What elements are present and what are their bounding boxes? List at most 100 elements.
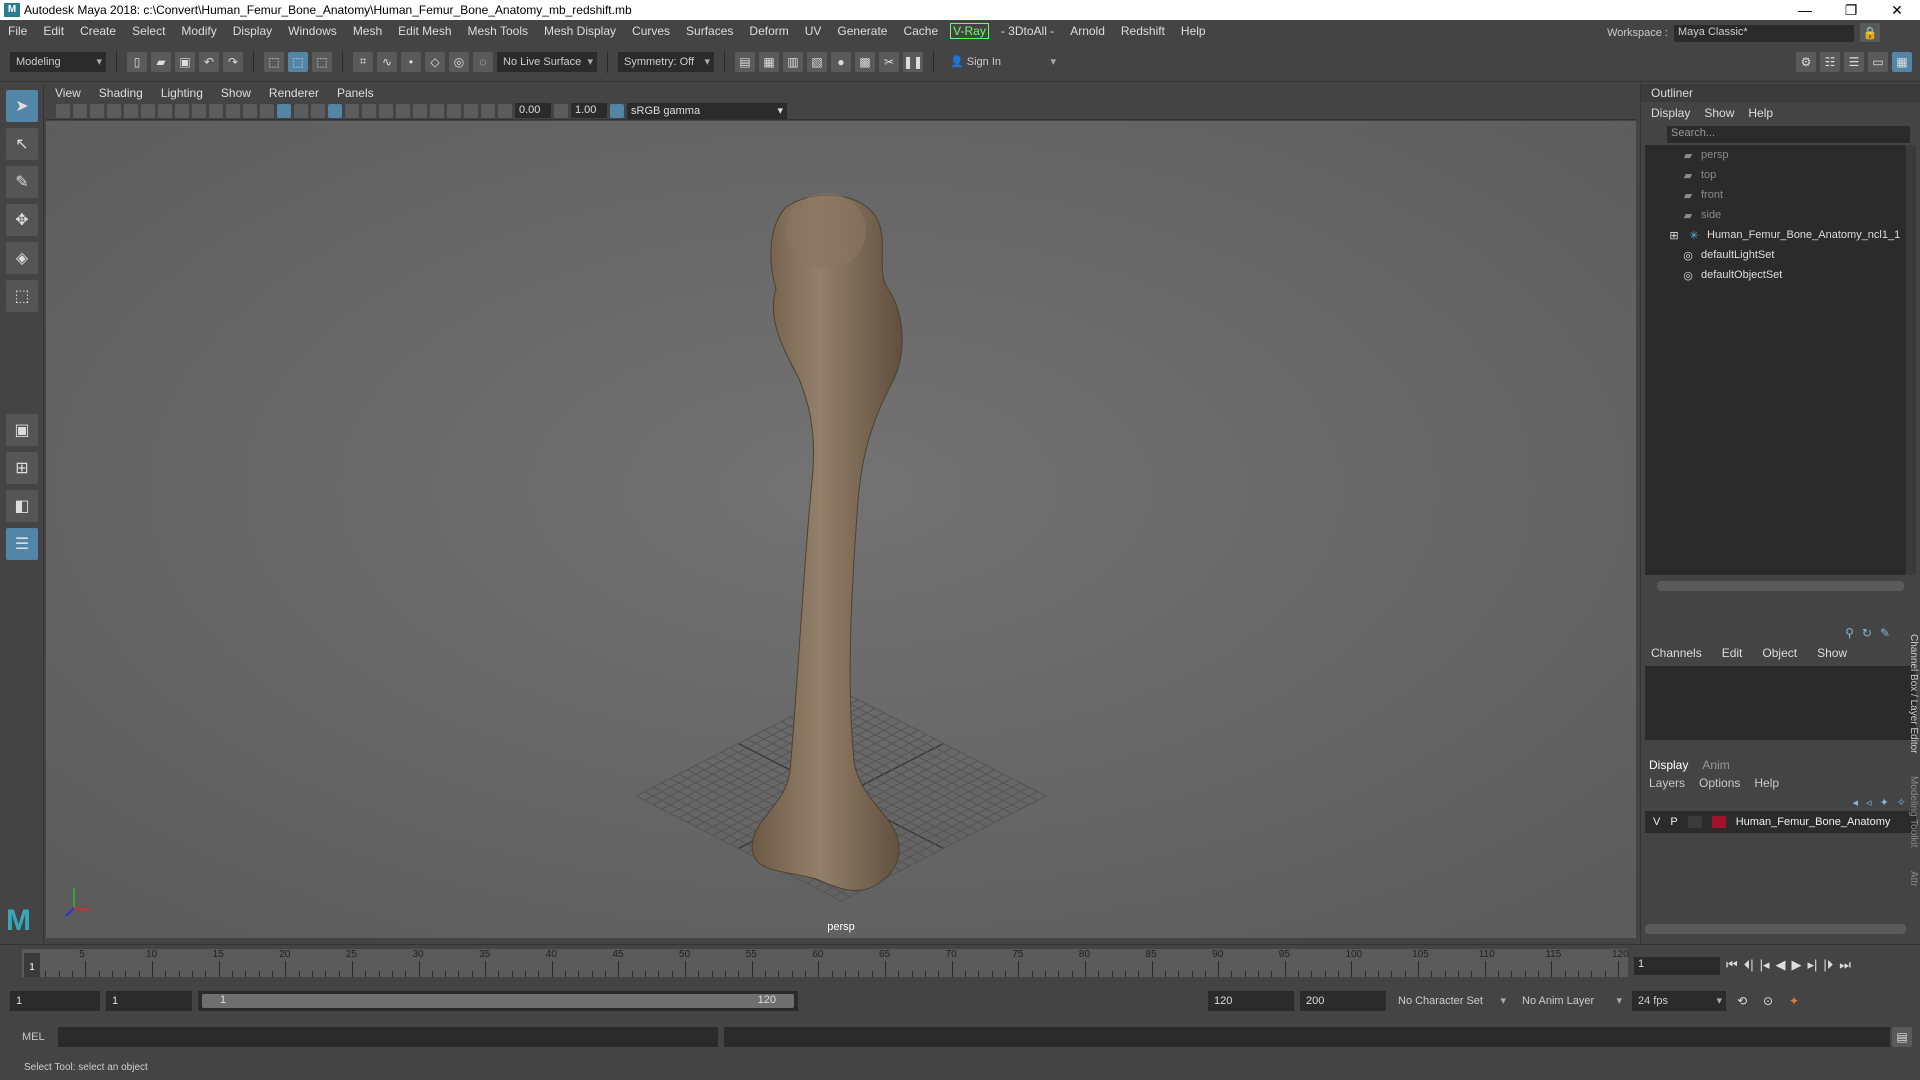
safe-title-icon[interactable]	[243, 103, 257, 118]
refresh-icon[interactable]: ↻	[1862, 626, 1872, 640]
playback-start-field[interactable]: 1	[106, 991, 192, 1011]
channel-box-menu-show[interactable]: Show	[1817, 646, 1847, 660]
redo-icon[interactable]: ↷	[223, 51, 243, 72]
viewport-menu-view[interactable]: View	[46, 86, 90, 100]
animation-end-field[interactable]: 200	[1300, 991, 1386, 1011]
channel-box-menu-channels[interactable]: Channels	[1651, 646, 1702, 660]
menu-redshift[interactable]: Redshift	[1113, 24, 1173, 38]
menu-edit-mesh[interactable]: Edit Mesh	[390, 24, 459, 38]
snap-surface-icon[interactable]: ◌	[473, 51, 493, 72]
expand-icon[interactable]: ⊞	[1667, 229, 1681, 242]
menu-create[interactable]: Create	[72, 24, 124, 38]
viewport-menu-show[interactable]: Show	[212, 86, 260, 100]
outliner-horizontal-scrollbar[interactable]	[1657, 581, 1904, 591]
wireframe-on-shaded-icon[interactable]	[294, 103, 308, 118]
isolate-select-icon[interactable]	[447, 103, 461, 118]
viewport-menu-shading[interactable]: Shading	[90, 86, 152, 100]
menu-3dtoall[interactable]: - 3DtoAll -	[993, 24, 1062, 38]
restore-button[interactable]: ❐	[1828, 2, 1874, 19]
vray-ipr-icon[interactable]: ✂	[879, 51, 899, 72]
rotate-tool-icon[interactable]: ◈	[6, 242, 38, 274]
snap-curve-icon[interactable]: ∿	[377, 51, 397, 72]
outliner-item-default-light-set[interactable]: ◎ defaultLightSet	[1645, 245, 1916, 265]
menu-mesh-tools[interactable]: Mesh Tools	[460, 24, 536, 38]
outliner-item-top[interactable]: ▰ top	[1645, 165, 1916, 185]
layer-horizontal-scrollbar[interactable]	[1645, 924, 1906, 934]
outliner-item-side[interactable]: ▰ side	[1645, 205, 1916, 225]
sign-in-dropdown[interactable]: 👤 Sign In	[944, 51, 1060, 72]
tab-display[interactable]: Display	[1649, 758, 1688, 772]
select-component-icon[interactable]: ⬚	[312, 51, 332, 72]
exposure-icon[interactable]	[498, 103, 512, 118]
current-time-marker[interactable]: 1	[24, 953, 40, 977]
channel-box-toggle-icon[interactable]: ▭	[1868, 51, 1888, 72]
gamma-field[interactable]: 1.00	[571, 103, 607, 118]
fps-dropdown[interactable]: 24 fps	[1632, 991, 1726, 1011]
menu-modify[interactable]: Modify	[173, 24, 224, 38]
attribute-editor-icon[interactable]: ☷	[1820, 51, 1840, 72]
new-scene-icon[interactable]: ▯	[127, 51, 147, 72]
range-slider[interactable]: 1 120	[198, 991, 798, 1011]
image-plane-icon[interactable]	[90, 103, 104, 118]
select-object-icon[interactable]: ⬚	[288, 51, 308, 72]
xray-joints-icon[interactable]	[464, 103, 478, 118]
save-scene-icon[interactable]: ▣	[175, 51, 195, 72]
step-forward-key-icon[interactable]: |⏵	[1823, 957, 1833, 973]
channel-box-menu-object[interactable]: Object	[1762, 646, 1797, 660]
menu-vray[interactable]: V-Ray	[950, 23, 989, 39]
layer-playback-toggle[interactable]: P	[1670, 816, 1677, 828]
script-editor-icon[interactable]: ▤	[1892, 1027, 1912, 1047]
modeling-toolkit-icon[interactable]: ⚙	[1796, 51, 1816, 72]
snap-grid-icon[interactable]: ⌗	[353, 51, 373, 72]
four-view-layout-icon[interactable]: ⊞	[6, 452, 38, 484]
hypershade-icon[interactable]: ●	[831, 51, 851, 72]
viewport-menu-panels[interactable]: Panels	[328, 86, 383, 100]
anti-aliasing-icon[interactable]	[413, 103, 427, 118]
new-layer-icon[interactable]: ✦	[1880, 796, 1889, 809]
snap-view-plane-icon[interactable]: ◇	[425, 51, 445, 72]
safe-action-icon[interactable]	[226, 103, 240, 118]
layer-menu-options[interactable]: Options	[1699, 776, 1740, 790]
script-language-label[interactable]: MEL	[22, 1031, 52, 1043]
layer-color-swatch[interactable]	[1711, 816, 1726, 828]
character-set-dropdown[interactable]: No Character Set	[1392, 991, 1510, 1011]
close-button[interactable]: ✕	[1874, 2, 1920, 19]
outliner-menu-show[interactable]: Show	[1704, 106, 1734, 120]
outliner-menu-help[interactable]: Help	[1748, 106, 1773, 120]
outliner-vertical-scrollbar[interactable]	[1906, 145, 1916, 575]
move-layer-up-icon[interactable]: ◂	[1853, 796, 1859, 809]
preferences-icon[interactable]: ✦	[1784, 991, 1804, 1011]
pin-icon[interactable]: ⚲	[1845, 626, 1854, 640]
xray-icon[interactable]	[328, 103, 342, 118]
xray-active-icon[interactable]	[481, 103, 495, 118]
layer-menu-layers[interactable]: Layers	[1649, 776, 1685, 790]
lock-icon[interactable]: 🔒	[1860, 23, 1880, 43]
menu-curves[interactable]: Curves	[624, 24, 678, 38]
step-forward-frame-icon[interactable]: ▸|	[1808, 957, 1818, 973]
viewport-menu-lighting[interactable]: Lighting	[152, 86, 212, 100]
smooth-shade-icon[interactable]	[277, 103, 291, 118]
ipr-render-icon[interactable]: ▥	[783, 51, 803, 72]
workspace-dropdown[interactable]: Maya Classic*	[1674, 24, 1854, 42]
outliner-item-front[interactable]: ▰ front	[1645, 185, 1916, 205]
film-gate-icon[interactable]	[158, 103, 172, 118]
shadows-icon[interactable]	[362, 103, 376, 118]
menu-set-dropdown[interactable]: Modeling	[10, 51, 106, 72]
menu-generate[interactable]: Generate	[829, 24, 895, 38]
minimize-button[interactable]: —	[1782, 2, 1828, 18]
layer-row[interactable]: V P Human_Femur_Bone_Anatomy	[1645, 811, 1916, 833]
time-ruler[interactable]: 5 10 15 20 25 30 35 40 45 50 55 60 65 70 75 80 85 90 95 100…	[22, 949, 1629, 977]
current-frame-field[interactable]: 1	[1634, 957, 1720, 975]
render-settings-icon[interactable]: ▧	[807, 51, 827, 72]
field-chart-icon[interactable]	[209, 103, 223, 118]
side-tab-channel-box[interactable]: Channel Box / Layer Editor	[1908, 634, 1919, 754]
side-tab-attribute-editor[interactable]: Attr	[1908, 871, 1919, 887]
menu-help[interactable]: Help	[1173, 24, 1214, 38]
command-input[interactable]	[58, 1027, 718, 1047]
side-tab-modeling-toolkit[interactable]: Modeling Toolkit	[1908, 776, 1919, 848]
persp-outliner-layout-icon[interactable]: ◧	[6, 490, 38, 522]
grease-pencil-icon[interactable]	[124, 103, 138, 118]
undo-icon[interactable]: ↶	[199, 51, 219, 72]
channel-box-menu-edit[interactable]: Edit	[1722, 646, 1743, 660]
grid-icon[interactable]	[141, 103, 155, 118]
